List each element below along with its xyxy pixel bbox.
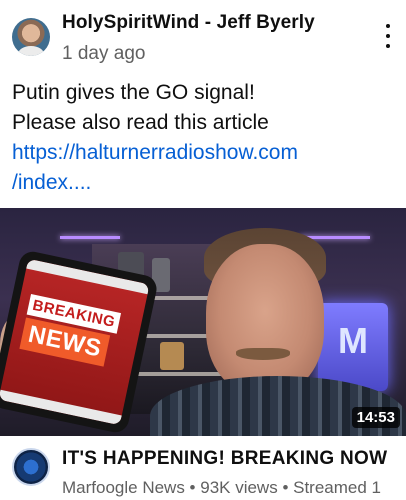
author-avatar[interactable] [12, 18, 50, 56]
duration-badge: 14:53 [351, 407, 400, 428]
view-count: 93K views [200, 478, 278, 497]
post-text: Putin gives the GO signal! Please also r… [12, 78, 397, 198]
more-dot [386, 44, 390, 48]
video-thumbnail[interactable]: M BREAKING NEWS 14:53 [0, 208, 406, 436]
screen-bar [0, 389, 122, 426]
post-text-line: Please also read this article [12, 111, 269, 134]
logo-letter: M [338, 320, 368, 361]
post-text-line: Putin gives the GO signal! [12, 81, 255, 104]
post-link[interactable]: https://halturnerradioshow.com [12, 138, 397, 168]
avatar-shirt [18, 46, 44, 56]
post-header: HolySpiritWind - Jeff Byerly 1 day ago [0, 0, 406, 70]
video-info: IT'S HAPPENING! BREAKING NOW Marfoogle N… [0, 436, 406, 500]
collectible-figure [160, 342, 184, 370]
more-vert-icon[interactable] [380, 24, 396, 48]
meta-separator: • [277, 478, 294, 497]
phone-screen: BREAKING NEWS [0, 258, 150, 426]
person-moustache [236, 348, 290, 360]
video-meta: Marfoogle News • 93K views • Streamed 1 [62, 478, 381, 498]
stream-status: Streamed 1 [293, 478, 382, 497]
person-face [206, 244, 324, 394]
more-dot [386, 34, 390, 38]
post-link[interactable]: /index.... [12, 168, 397, 198]
channel-avatar[interactable] [12, 448, 50, 486]
video-title[interactable]: IT'S HAPPENING! BREAKING NOW [62, 448, 387, 470]
channel-name[interactable]: Marfoogle News [62, 478, 185, 497]
meta-separator: • [184, 478, 201, 497]
post-time: 1 day ago [62, 43, 146, 64]
author-name[interactable]: HolySpiritWind - Jeff Byerly [62, 12, 315, 34]
more-dot [386, 24, 390, 28]
neon-light [60, 236, 120, 239]
